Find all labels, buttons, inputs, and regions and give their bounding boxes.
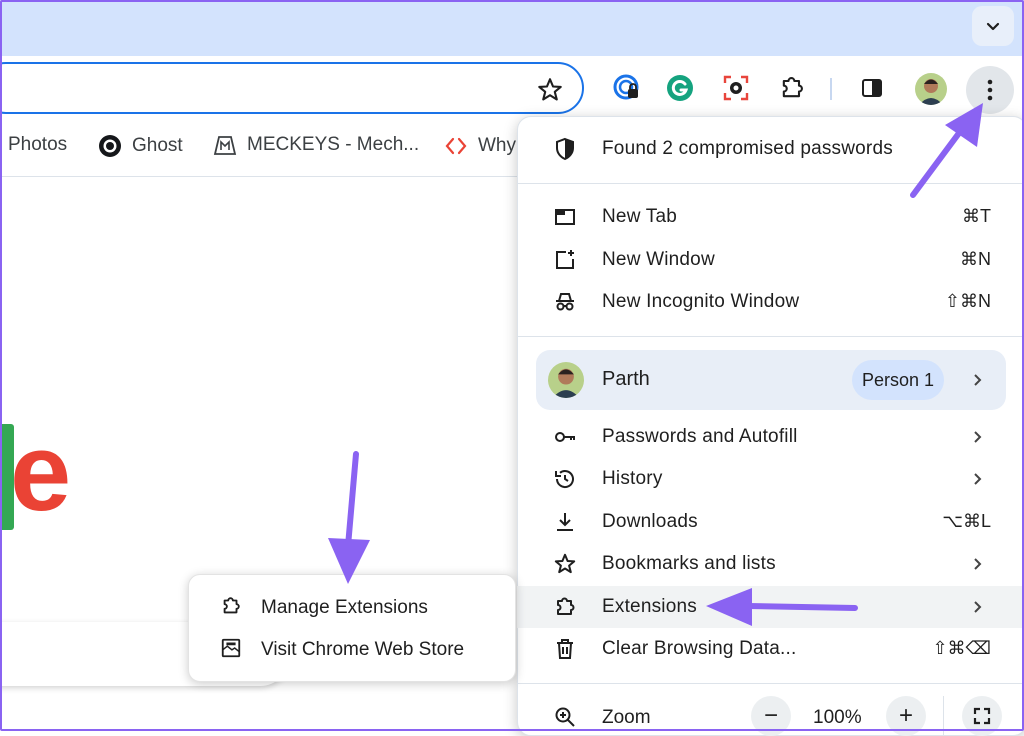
- menu-item-label: Bookmarks and lists: [602, 553, 776, 574]
- annotation-arrow-manage: [328, 451, 370, 584]
- extensions-puzzle-icon[interactable]: [774, 70, 810, 106]
- grammarly-icon[interactable]: [662, 70, 698, 106]
- extensions-puzzle-icon: [223, 597, 240, 614]
- menu-item-passwords-autofill[interactable]: Passwords and Autofill: [517, 416, 1024, 458]
- incognito-icon: [556, 293, 574, 311]
- menu-item-new-window[interactable]: New Window ⌘N: [517, 239, 1024, 281]
- trash-icon: [557, 639, 573, 659]
- menu-item-label: Extensions: [602, 596, 697, 617]
- submenu-item-visit-web-store[interactable]: Visit Chrome Web Store: [188, 628, 516, 670]
- menu-item-label: New Incognito Window: [602, 291, 800, 312]
- toolbar-separator: [830, 78, 832, 100]
- menu-item-label: Found 2 compromised passwords: [602, 138, 893, 159]
- fullscreen-button[interactable]: [962, 696, 1002, 736]
- menu-item-label: New Tab: [602, 206, 677, 227]
- menu-shortcut: ⌘T: [962, 206, 991, 226]
- bookmark-meckeys[interactable]: MECKEYS - Mech...: [213, 134, 419, 156]
- star-icon: [554, 553, 576, 574]
- submenu-item-label: Manage Extensions: [261, 597, 428, 618]
- zoom-out-button[interactable]: −: [751, 696, 791, 736]
- annotation-arrow-menu: [910, 103, 983, 198]
- bookmark-photos[interactable]: Photos: [8, 134, 67, 156]
- menu-item-label: New Window: [602, 249, 715, 270]
- bookmark-label: Photos: [8, 134, 68, 155]
- bookmark-why[interactable]: Why: [444, 134, 516, 158]
- chevron-down-icon: [986, 22, 1000, 31]
- bookmark-label: Ghost: [132, 135, 183, 156]
- menu-divider: [517, 683, 1024, 684]
- bookmark-star-icon[interactable]: [536, 76, 564, 104]
- code-icon: [445, 137, 467, 155]
- bookmark-label: Why: [478, 135, 516, 156]
- menu-item-clear-browsing-data[interactable]: Clear Browsing Data... ⇧⌘⌫: [517, 628, 1024, 670]
- profile-avatar: [548, 362, 584, 398]
- new-tab-icon: [555, 209, 575, 225]
- side-panel-icon[interactable]: [854, 70, 890, 106]
- profile-name: Parth: [602, 368, 650, 390]
- chevron-right-icon: [974, 374, 982, 386]
- menu-item-history[interactable]: History: [517, 458, 1024, 500]
- tab-strip: [0, 0, 1024, 56]
- profile-badge: Person 1: [852, 360, 944, 400]
- chevron-right-icon: [974, 558, 982, 570]
- password-extension-icon[interactable]: [609, 70, 645, 106]
- submenu-item-manage-extensions[interactable]: Manage Extensions: [188, 586, 516, 628]
- menu-shortcut: ⌥⌘L: [942, 511, 991, 531]
- chevron-right-icon: [974, 431, 982, 443]
- zoom-in-button[interactable]: +: [886, 696, 926, 736]
- menu-profile-row[interactable]: Parth Person 1: [536, 350, 1006, 410]
- menu-item-label: Passwords and Autofill: [602, 426, 798, 447]
- history-icon: [555, 470, 574, 488]
- menu-zoom-row: Zoom − 100% +: [517, 696, 1024, 736]
- menu-item-label: Downloads: [602, 511, 698, 532]
- web-store-icon: [221, 638, 241, 658]
- menu-item-new-incognito-window[interactable]: New Incognito Window ⇧⌘N: [517, 281, 1024, 323]
- menu-item-label: History: [602, 468, 663, 489]
- fullscreen-icon: [973, 707, 991, 725]
- screenshot-extension-icon[interactable]: [718, 70, 754, 106]
- bookmark-label: MECKEYS - Mech...: [247, 134, 420, 155]
- menu-item-downloads[interactable]: Downloads ⌥⌘L: [517, 501, 1024, 543]
- chevron-right-icon: [974, 601, 982, 613]
- tab-search-button[interactable]: [972, 6, 1014, 46]
- extensions-puzzle-icon: [557, 597, 575, 615]
- meckeys-icon: [213, 136, 237, 155]
- bookmark-ghost[interactable]: Ghost: [98, 134, 183, 158]
- chevron-right-icon: [974, 473, 982, 485]
- key-icon: [555, 432, 575, 442]
- menu-item-bookmarks-lists[interactable]: Bookmarks and lists: [517, 543, 1024, 585]
- download-icon: [557, 513, 573, 531]
- menu-shortcut: ⇧⌘N: [944, 291, 991, 311]
- annotation-arrow-extensions: [706, 588, 858, 626]
- menu-item-label: Clear Browsing Data...: [602, 638, 797, 659]
- ghost-icon: [99, 135, 121, 157]
- new-window-icon: [556, 250, 574, 269]
- zoom-value: 100%: [813, 707, 862, 728]
- address-bar[interactable]: [0, 62, 584, 114]
- zoom-icon: [555, 707, 575, 727]
- menu-divider: [517, 336, 1024, 337]
- zoom-divider: [943, 696, 944, 736]
- shield-icon: [556, 137, 574, 161]
- submenu-item-label: Visit Chrome Web Store: [261, 639, 465, 660]
- menu-shortcut: ⇧⌘⌫: [932, 638, 991, 658]
- google-logo-letter: e: [10, 411, 72, 534]
- menu-shortcut: ⌘N: [960, 249, 991, 269]
- zoom-label: Zoom: [602, 707, 651, 728]
